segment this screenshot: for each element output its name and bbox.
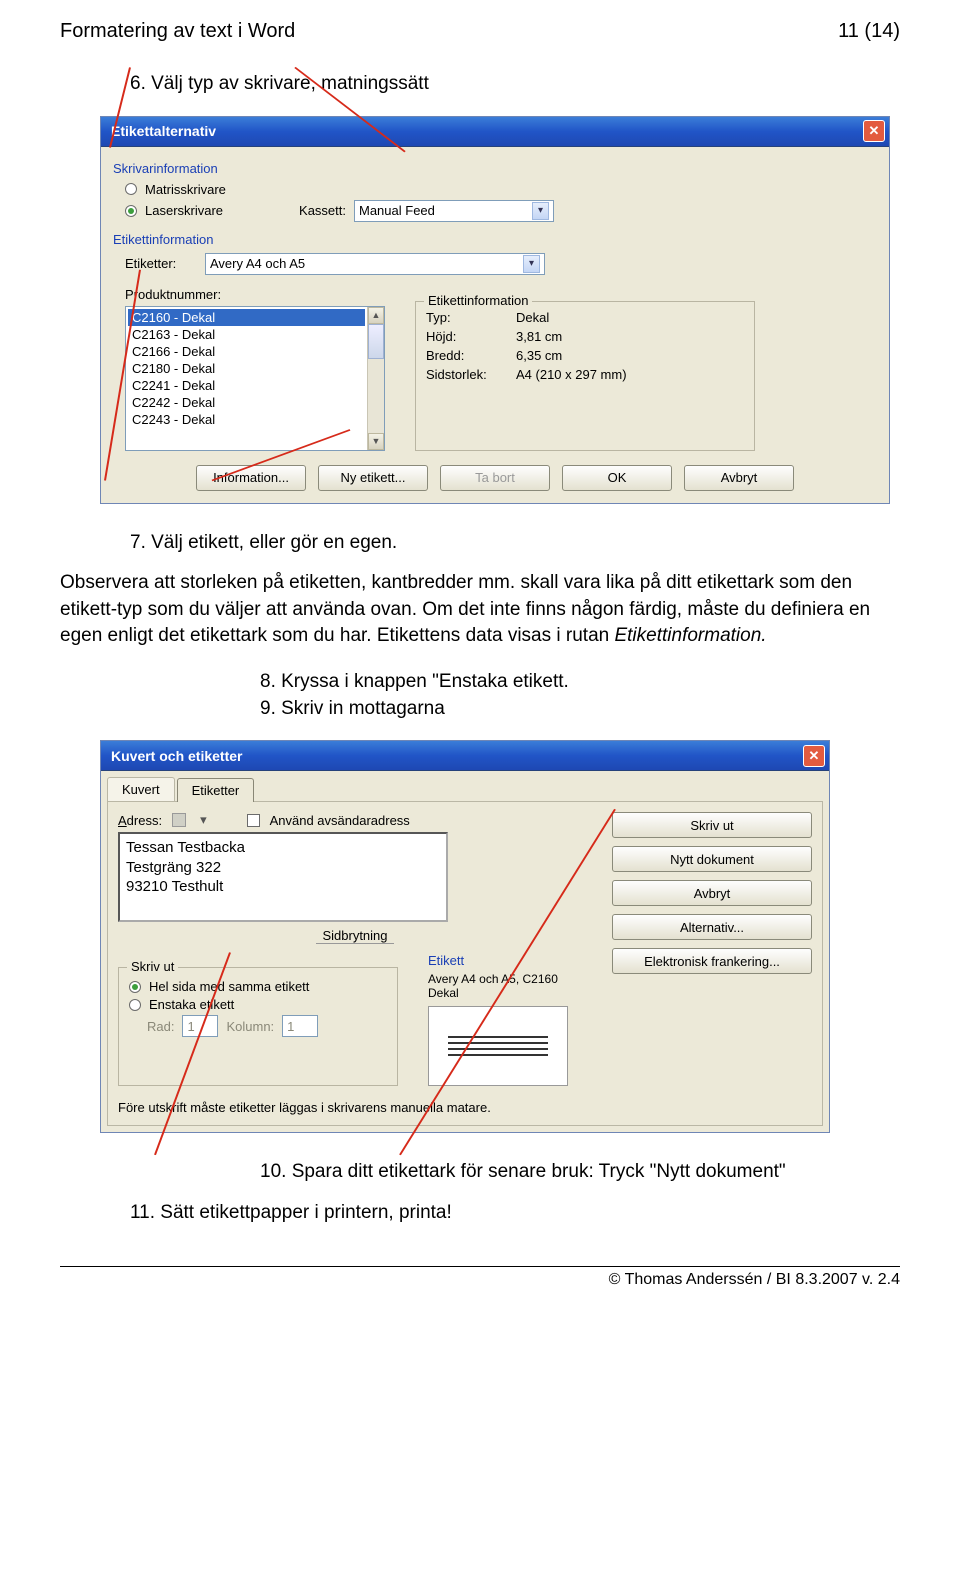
etikett-info-2: Dekal (428, 986, 568, 1000)
sender-checkbox[interactable] (247, 814, 260, 827)
section-label-info: Etikettinformation (113, 232, 877, 247)
step-10: 10. Spara ditt etikettark för senare bru… (260, 1159, 900, 1186)
addressbook-icon[interactable] (172, 813, 186, 827)
cancel-button[interactable]: Avbryt (684, 465, 794, 491)
chevron-down-icon: ▾ (532, 202, 549, 220)
radio-matrix-label: Matrisskrivare (145, 182, 226, 197)
info-type-label: Typ: (426, 310, 516, 325)
pagebreak-label: Sidbrytning (316, 928, 393, 944)
col-input[interactable]: 1 (282, 1015, 318, 1037)
info-height-value: 3,81 cm (516, 329, 744, 344)
ok-button[interactable]: OK (562, 465, 672, 491)
print-section-legend: Skriv ut (127, 959, 178, 974)
list-item[interactable]: C2180 - Dekal (128, 360, 365, 377)
section-printer-info: Skrivarinformation (113, 161, 877, 176)
tray-value: Manual Feed (359, 203, 435, 218)
dialog2-title: Kuvert och etiketter (111, 748, 242, 764)
close-icon[interactable]: ✕ (803, 745, 825, 767)
info-width-value: 6,35 cm (516, 348, 744, 363)
list-item[interactable]: C2166 - Dekal (128, 343, 365, 360)
delete-button[interactable]: Ta bort (440, 465, 550, 491)
chevron-down-icon: ▾ (523, 255, 540, 273)
radio-full-page[interactable] (129, 981, 141, 993)
list-item[interactable]: C2163 - Dekal (128, 326, 365, 343)
radio-full-page-label: Hel sida med samma etikett (149, 979, 309, 994)
tab-labels[interactable]: Etiketter (177, 778, 255, 802)
col-label: Kolumn: (226, 1019, 274, 1034)
sender-label: Använd avsändaradress (270, 813, 410, 828)
step-8: 8. Kryssa i knappen "Enstaka etikett. (260, 669, 900, 696)
new-document-button[interactable]: Nytt dokument (612, 846, 812, 872)
observe-paragraph: Observera att storleken på etiketten, ka… (60, 570, 900, 650)
row-input[interactable]: 1 (182, 1015, 218, 1037)
prodnum-label: Produktnummer: (125, 287, 385, 302)
scroll-down-icon[interactable]: ▼ (368, 433, 384, 450)
dialog1-title: Etikettalternativ (111, 123, 216, 139)
radio-laser-label: Laserskrivare (145, 203, 223, 218)
tray-select[interactable]: Manual Feed ▾ (354, 200, 554, 222)
info-page-label: Sidstorlek: (426, 367, 516, 382)
radio-single-label[interactable] (129, 999, 141, 1011)
step-7: 7. Välj etikett, eller gör en egen. (130, 530, 900, 557)
etikett-info-1: Avery A4 och A5, C2160 (428, 972, 568, 986)
addr-line: Testgräng 322 (126, 858, 440, 878)
addr-line: 93210 Testhult (126, 877, 440, 897)
info-page-value: A4 (210 x 297 mm) (516, 367, 744, 382)
bottom-note: Före utskrift måste etiketter läggas i s… (118, 1100, 592, 1115)
radio-matrix[interactable] (125, 183, 137, 195)
header-right: 11 (14) (838, 20, 900, 43)
print-button[interactable]: Skriv ut (612, 812, 812, 838)
radio-single-label-text: Enstaka etikett (149, 997, 234, 1012)
dialog-label-options: Etikettalternativ ✕ Skrivarinformation M… (100, 116, 890, 504)
labels-value: Avery A4 och A5 (210, 256, 305, 271)
row-label: Rad: (147, 1019, 174, 1034)
product-listbox[interactable]: C2160 - Dekal C2163 - Dekal C2166 - Deka… (125, 306, 385, 451)
labels-label: Etiketter: (125, 256, 197, 271)
radio-laser[interactable] (125, 205, 137, 217)
info-type-value: Dekal (516, 310, 744, 325)
address-label: Adress: (118, 813, 162, 828)
options-button[interactable]: Alternativ... (612, 914, 812, 940)
step-6: 6. Välj typ av skrivare, matningssätt (130, 71, 900, 98)
step-9: 9. Skriv in mottagarna (260, 696, 900, 723)
infobox-legend: Etikettinformation (424, 293, 532, 308)
close-icon[interactable]: ✕ (863, 120, 885, 142)
addr-line: Tessan Testbacka (126, 838, 440, 858)
step-11: 11. Sätt etikettpapper i printern, print… (130, 1200, 900, 1227)
scrollbar[interactable]: ▲ ▼ (367, 307, 384, 450)
dialog-envelopes-labels: Kuvert och etiketter ✕ Kuvert Etiketter … (100, 740, 830, 1133)
scroll-up-icon[interactable]: ▲ (368, 307, 384, 324)
list-item[interactable]: C2160 - Dekal (128, 309, 365, 326)
efranking-button[interactable]: Elektronisk frankering... (612, 948, 812, 974)
list-item[interactable]: C2243 - Dekal (128, 411, 365, 428)
etikett-heading: Etikett (428, 953, 568, 968)
address-textarea[interactable]: Tessan Testbacka Testgräng 322 93210 Tes… (118, 832, 448, 922)
new-label-button[interactable]: Ny etikett... (318, 465, 428, 491)
info-width-label: Bredd: (426, 348, 516, 363)
header-left: Formatering av text i Word (60, 20, 295, 43)
label-preview[interactable] (428, 1006, 568, 1086)
page-footer: © Thomas Anderssén / BI 8.3.2007 v. 2.4 (60, 1266, 900, 1289)
labels-select[interactable]: Avery A4 och A5 ▾ (205, 253, 545, 275)
tab-envelope[interactable]: Kuvert (107, 777, 175, 801)
list-item[interactable]: C2241 - Dekal (128, 377, 365, 394)
list-item[interactable]: C2242 - Dekal (128, 394, 365, 411)
tray-label: Kassett: (299, 203, 346, 218)
info-button[interactable]: Information... (196, 465, 306, 491)
cancel-button[interactable]: Avbryt (612, 880, 812, 906)
info-height-label: Höjd: (426, 329, 516, 344)
